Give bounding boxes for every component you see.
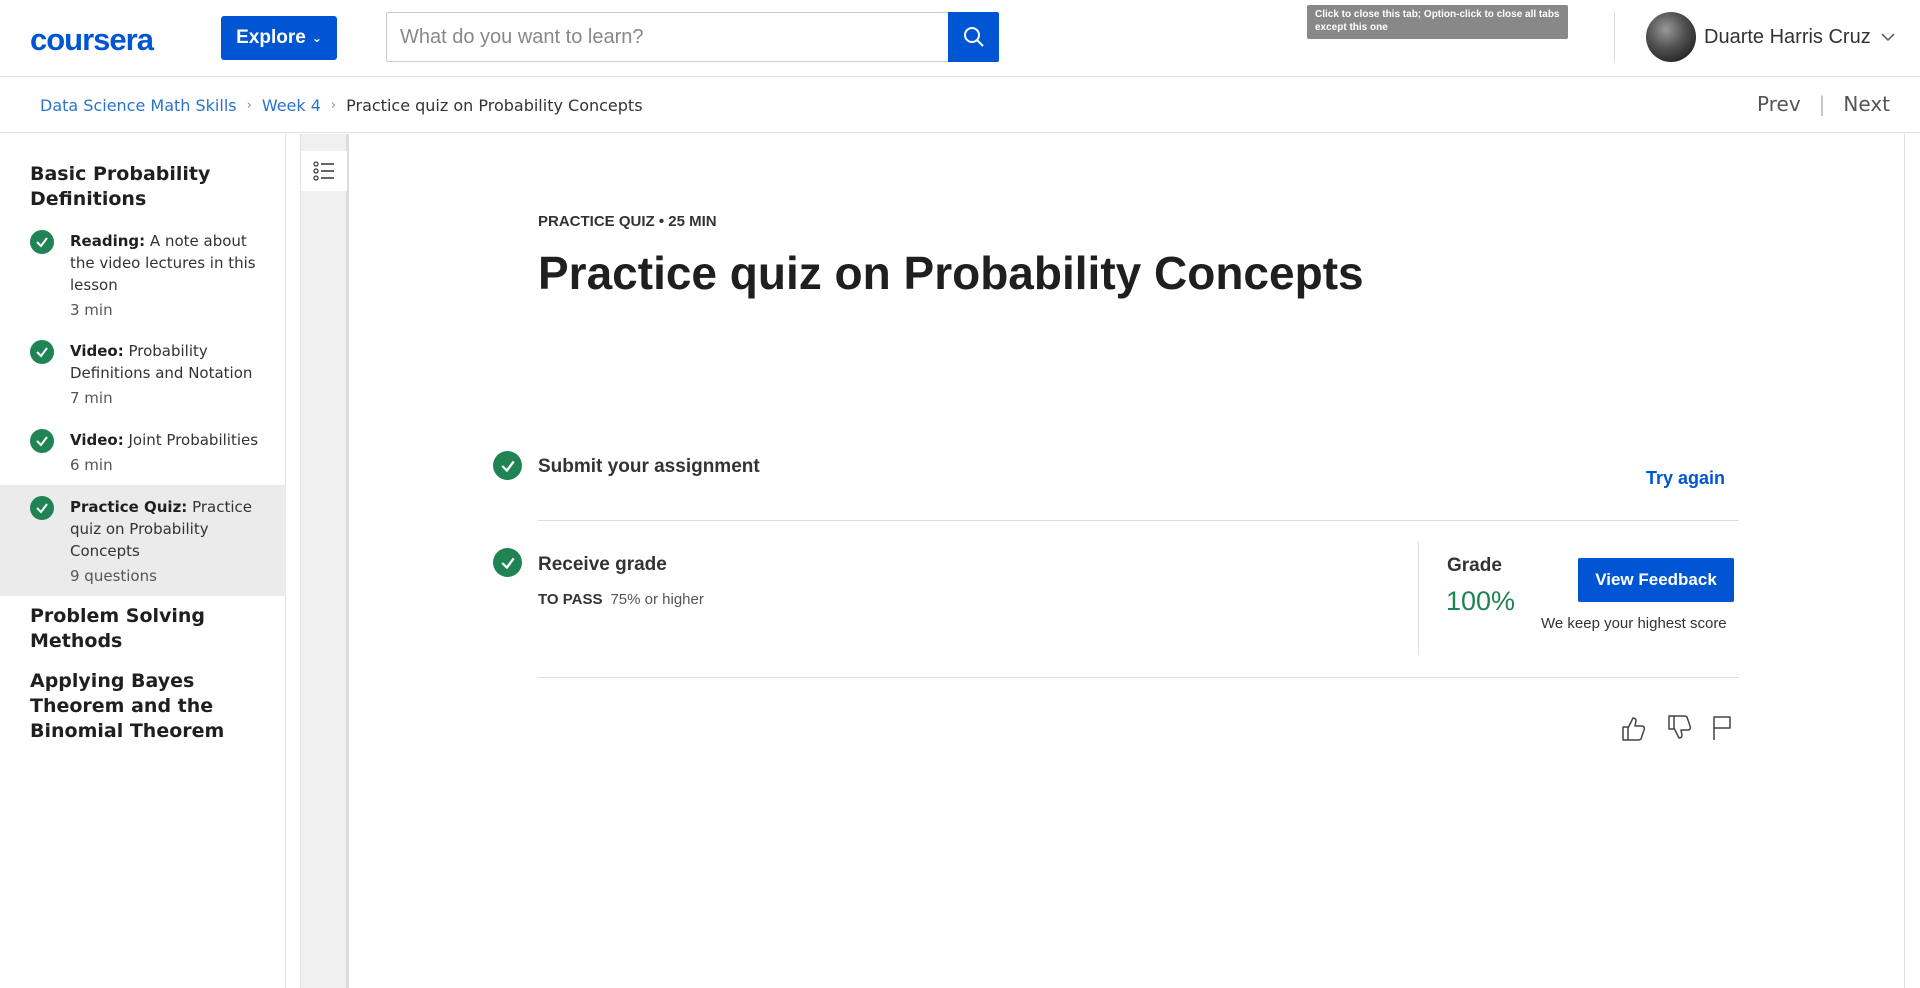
check-icon — [30, 429, 54, 453]
submit-assignment-label: Submit your assignment — [538, 456, 760, 477]
chevron-down-icon — [1881, 33, 1895, 42]
item-meta: 7 min — [70, 389, 113, 407]
item-title: Joint Probabilities — [128, 431, 259, 449]
top-header: coursera Explore ⌄ Click to close this t… — [0, 0, 1920, 77]
sidebar-item-practice-quiz[interactable]: Practice Quiz: Practice quiz on Probabil… — [0, 485, 286, 596]
user-menu[interactable]: Duarte Harris Cruz — [1646, 11, 1895, 63]
breadcrumb: Data Science Math Skills › Week 4 › Prac… — [40, 96, 643, 115]
to-pass-label: TO PASS — [538, 591, 603, 608]
sidebar-item-label: Video: Probability Definitions and Notat… — [70, 340, 266, 384]
page-title: Practice quiz on Probability Concepts — [538, 247, 1364, 299]
try-again-link[interactable]: Try again — [1646, 468, 1725, 489]
item-meta: 3 min — [70, 301, 113, 319]
thumbs-down-icon[interactable] — [1665, 713, 1693, 743]
check-icon — [30, 496, 54, 520]
content-right-border — [1904, 134, 1905, 988]
sidebar-section-problem-solving[interactable]: Problem Solving Methods — [0, 604, 286, 654]
view-feedback-button[interactable]: View Feedback — [1578, 558, 1734, 602]
receive-grade-label: Receive grade — [538, 554, 667, 575]
sidebar-section-bayes[interactable]: Applying Bayes Theorem and the Binomial … — [0, 669, 286, 744]
divider — [538, 677, 1739, 678]
course-sidebar: Basic Probability Definitions Reading: A… — [0, 134, 286, 988]
user-name: Duarte Harris Cruz — [1704, 25, 1871, 48]
sidebar-section-basic-probability[interactable]: Basic Probability Definitions — [0, 162, 286, 212]
check-icon — [30, 230, 54, 254]
avatar — [1646, 12, 1696, 62]
item-type: Video: — [70, 342, 124, 360]
chevron-down-icon: ⌄ — [311, 31, 322, 45]
grade-divider — [1418, 542, 1419, 655]
item-type: Practice Quiz: — [70, 498, 188, 516]
grade-label: Grade — [1447, 555, 1502, 576]
next-link[interactable]: Next — [1843, 92, 1890, 116]
item-type: Reading: — [70, 232, 146, 250]
thumbs-up-icon[interactable] — [1619, 713, 1647, 743]
check-icon — [493, 548, 522, 577]
highest-score-note: We keep your highest score — [1541, 615, 1727, 632]
sidebar-toggle-strip — [300, 134, 349, 988]
prev-next-nav: Prev | Next — [1757, 92, 1890, 116]
check-icon — [493, 451, 522, 480]
nav-separator: | — [1818, 92, 1826, 116]
quiz-kicker: PRACTICE QUIZ • 25 MIN — [538, 213, 717, 230]
chevron-right-icon: › — [246, 98, 252, 113]
sidebar-item-label: Reading: A note about the video lectures… — [70, 230, 266, 296]
grade-value: 100% — [1446, 586, 1516, 616]
to-pass-value: 75% or higher — [610, 591, 704, 608]
search-button[interactable] — [948, 12, 999, 62]
breadcrumb-bar: Data Science Math Skills › Week 4 › Prac… — [0, 78, 1920, 133]
toc-toggle-button[interactable] — [301, 151, 347, 191]
chevron-right-icon: › — [330, 98, 337, 113]
sidebar-item-label: Practice Quiz: Practice quiz on Probabil… — [70, 496, 266, 562]
prev-link[interactable]: Prev — [1757, 92, 1801, 116]
explore-label: Explore — [236, 27, 306, 48]
sidebar-item-reading[interactable]: Reading: A note about the video lectures… — [0, 230, 286, 320]
flag-icon[interactable] — [1708, 713, 1736, 743]
breadcrumb-week[interactable]: Week 4 — [262, 96, 321, 115]
item-meta: 9 questions — [70, 567, 157, 585]
breadcrumb-course[interactable]: Data Science Math Skills — [40, 96, 237, 115]
to-pass-requirement: TO PASS 75% or higher — [538, 591, 704, 608]
divider — [538, 520, 1739, 521]
sidebar-item-video-definitions[interactable]: Video: Probability Definitions and Notat… — [0, 340, 286, 408]
item-type: Video: — [70, 431, 124, 449]
sidebar-item-video-joint[interactable]: Video: Joint Probabilities 6 min — [0, 429, 286, 475]
breadcrumb-current: Practice quiz on Probability Concepts — [346, 96, 643, 115]
search-input[interactable] — [386, 12, 949, 62]
item-meta: 6 min — [70, 456, 113, 474]
tab-tooltip: Click to close this tab; Option-click to… — [1307, 5, 1568, 39]
search-icon — [963, 27, 984, 47]
header-divider — [1614, 11, 1615, 62]
coursera-logo[interactable]: coursera — [30, 22, 154, 58]
list-icon — [313, 161, 334, 181]
check-icon — [30, 340, 54, 364]
explore-button[interactable]: Explore ⌄ — [221, 16, 337, 60]
sidebar-item-label: Video: Joint Probabilities — [70, 429, 266, 451]
